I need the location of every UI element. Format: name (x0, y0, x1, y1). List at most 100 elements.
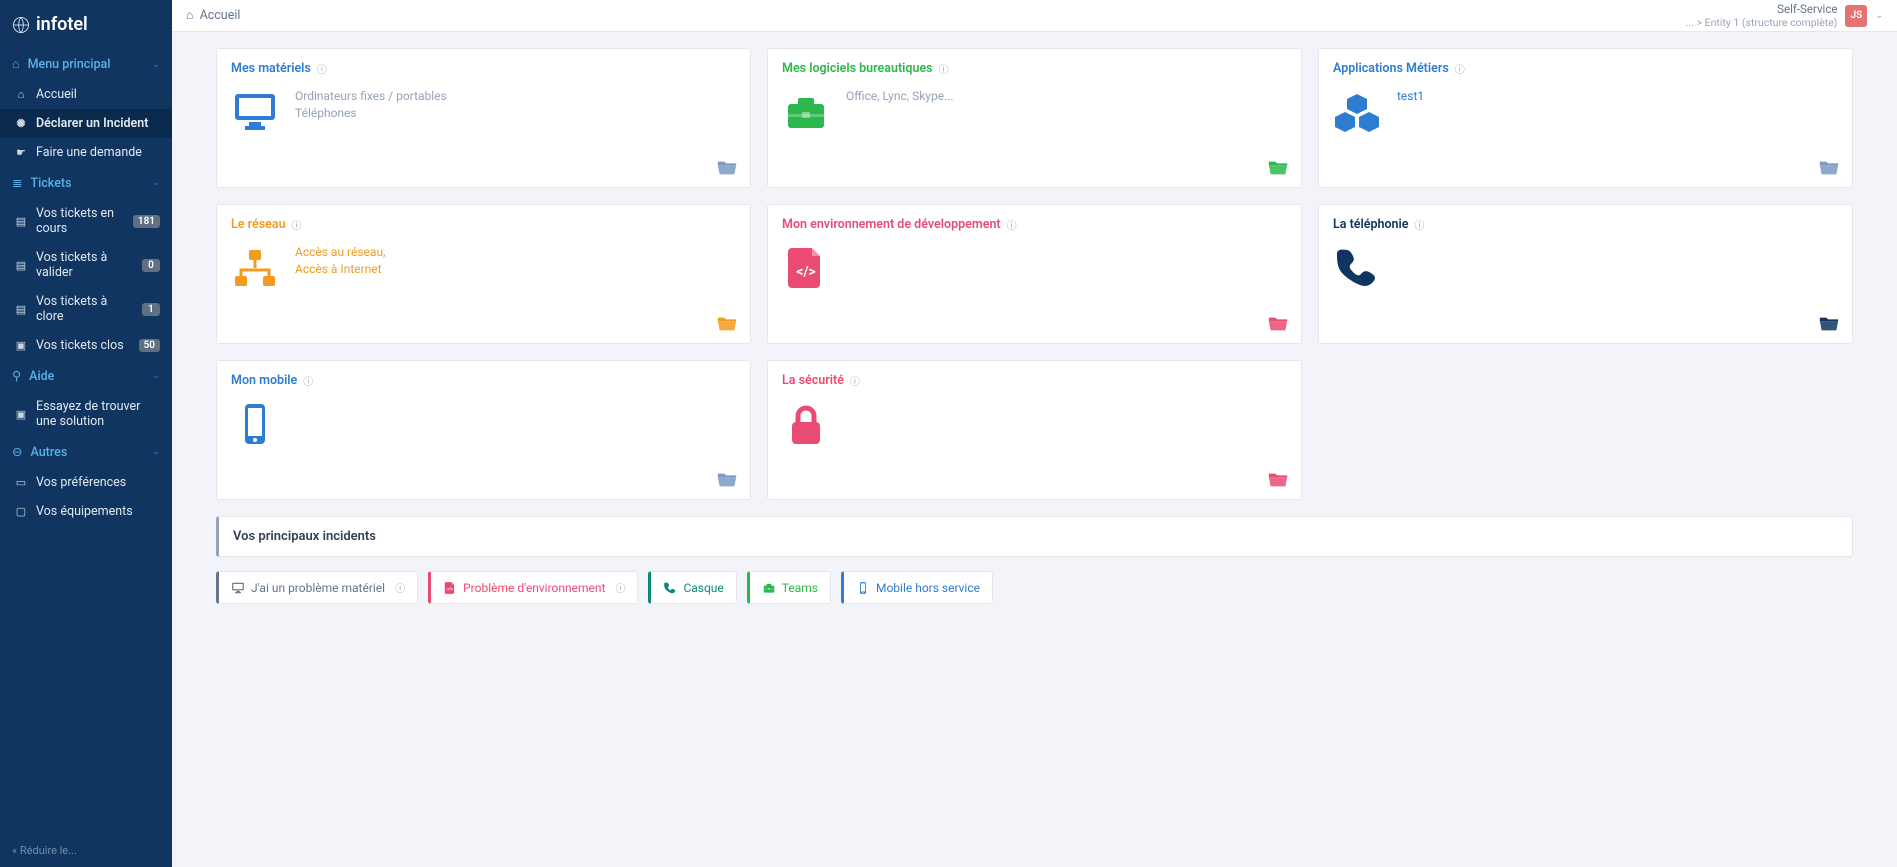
quick-incident-item[interactable]: Casque (648, 571, 736, 604)
sidebar-item-label: Faire une demande (36, 145, 160, 160)
category-grid: Mes matérielsⓘOrdinateurs fixes / portab… (216, 48, 1853, 500)
desktop-icon (231, 581, 245, 595)
card-title-text: Le réseau (231, 217, 286, 232)
chevron-down-icon: ⌄ (152, 371, 160, 381)
info-icon[interactable]: ⓘ (303, 373, 313, 388)
info-icon[interactable]: ⓘ (1455, 61, 1465, 76)
chevron-down-icon: ⌄ (152, 178, 160, 188)
info-icon[interactable]: ⓘ (1007, 217, 1017, 232)
category-card[interactable]: Mon environnement de développement ⓘ (767, 204, 1302, 344)
quick-incident-item[interactable]: J'ai un problème matériel ⓘ (216, 571, 418, 604)
sidebar-item-faire-demande[interactable]: ☛ Faire une demande (0, 138, 172, 167)
sidebar-item-preferences[interactable]: ▭ Vos préférences (0, 468, 172, 497)
folder-open-icon (1818, 157, 1840, 179)
menu-section-autres[interactable]: ⊖ Autres ⌄ (0, 436, 172, 468)
quick-incident-item[interactable]: Teams (747, 571, 831, 604)
breadcrumb-label: Accueil (200, 8, 241, 23)
codefile-icon (443, 581, 457, 595)
mobile-icon (856, 581, 870, 595)
quick-incident-label: Casque (683, 581, 723, 595)
info-icon[interactable]: ⓘ (615, 580, 625, 595)
breadcrumb[interactable]: ⌂ Accueil (186, 8, 240, 23)
category-card[interactable]: Le réseau ⓘ Accès au réseau, Accès à Inter… (216, 204, 751, 344)
home-icon: ⌂ (12, 57, 20, 72)
card-title: Le réseau ⓘ (231, 217, 736, 232)
topbar: ⌂ Accueil Self-Service ... > Entity 1 (s… (172, 0, 1897, 32)
brand-logo[interactable]: infotel (0, 0, 172, 49)
menu-section-aide[interactable]: ⚲ Aide ⌄ (0, 360, 172, 392)
avatar[interactable]: JS (1845, 5, 1867, 27)
main: ⌂ Accueil Self-Service ... > Entity 1 (s… (172, 0, 1897, 867)
lightbulb-icon: ▣ (14, 408, 28, 421)
card-title: Mes logiciels bureautiques ⓘ (782, 61, 1287, 76)
card-body (231, 400, 736, 448)
quick-incident-item[interactable]: Problème d'environnement ⓘ (428, 571, 638, 604)
sidebar-item-tickets-valider[interactable]: ▤ Vos tickets à valider 0 (0, 243, 172, 287)
category-card[interactable]: Mes logiciels bureautiquesⓘOffice, Lync,… (767, 48, 1302, 188)
card-icon (782, 400, 830, 448)
folder-open-icon (716, 313, 738, 335)
card-icon (782, 244, 830, 292)
card-title-text: La téléphonie (1333, 217, 1409, 232)
sidebar-item-label: Vos tickets à clore (36, 294, 134, 324)
card-title-text: Mon environnement de développement (782, 217, 1001, 232)
menu-section-label: Aide (29, 369, 54, 384)
bug-icon: ✺ (14, 117, 28, 130)
sidebar-item-tickets-encours[interactable]: ▤ Vos tickets en cours 181 (0, 199, 172, 243)
sidebar-item-label: Vos équipements (36, 504, 160, 519)
folder-open-icon (716, 157, 738, 179)
info-icon[interactable]: ⓘ (850, 373, 860, 388)
sidebar-item-label: Déclarer un Incident (36, 116, 160, 131)
menu-section-tickets[interactable]: ≣ Tickets ⌄ (0, 167, 172, 199)
menu-section-main[interactable]: ⌂ Menu principal ⌄ (0, 49, 172, 80)
info-icon[interactable]: ⓘ (317, 61, 327, 76)
category-card[interactable]: Mes matérielsⓘOrdinateurs fixes / portab… (216, 48, 751, 188)
sidebar-item-equipements[interactable]: ▢ Vos équipements (0, 497, 172, 526)
count-badge: 1 (142, 303, 160, 316)
sidebar-item-label: Vos tickets à valider (36, 250, 134, 280)
quick-incident-label: Problème d'environnement (463, 581, 605, 595)
card-body: test1 (1333, 88, 1838, 136)
card-body (782, 244, 1287, 292)
phone-icon (663, 581, 677, 595)
sidebar: infotel ⌂ Menu principal ⌄ ⌂ Accueil ✺ D… (0, 0, 172, 867)
card-title: La sécurité ⓘ (782, 373, 1287, 388)
info-icon[interactable]: ⓘ (395, 580, 405, 595)
sidebar-item-accueil[interactable]: ⌂ Accueil (0, 80, 172, 109)
folder-open-icon (1267, 469, 1289, 491)
card-title-text: La sécurité (782, 373, 844, 388)
brand-text: infotel (36, 14, 88, 35)
quick-incident-label: J'ai un problème matériel (251, 581, 385, 595)
chevron-down-icon[interactable]: ⌄ (1875, 11, 1883, 21)
sidebar-item-label: Vos tickets clos (36, 338, 131, 353)
home-icon: ⌂ (186, 8, 194, 23)
sidebar-item-tickets-clore[interactable]: ▤ Vos tickets à clore 1 (0, 287, 172, 331)
ticket-icon: ▤ (14, 215, 28, 228)
card-body: Ordinateurs fixes / portables Téléphones (231, 88, 736, 136)
hand-icon: ☛ (14, 146, 28, 159)
sidebar-item-label: Essayez de trouver une solution (36, 399, 160, 429)
sidebar-item-tickets-clos[interactable]: ▣ Vos tickets clos 50 (0, 331, 172, 360)
sidebar-menu: ⌂ Menu principal ⌄ ⌂ Accueil ✺ Déclarer … (0, 49, 172, 834)
sidebar-item-declarer-incident[interactable]: ✺ Déclarer un Incident (0, 109, 172, 138)
sidebar-item-solution[interactable]: ▣ Essayez de trouver une solution (0, 392, 172, 436)
grid-icon: ⊖ (12, 444, 22, 460)
folder-open-icon (1267, 157, 1289, 179)
category-card[interactable]: Applications Métiersⓘtest1 (1318, 48, 1853, 188)
info-icon[interactable]: ⓘ (939, 61, 949, 76)
briefcase-icon (762, 581, 776, 595)
quick-incident-label: Teams (782, 581, 818, 595)
category-card[interactable]: Mon mobileⓘ (216, 360, 751, 500)
info-icon[interactable]: ⓘ (1415, 217, 1425, 232)
desktop-icon: ▢ (14, 505, 28, 518)
card-title-text: Mes logiciels bureautiques (782, 61, 933, 76)
incidents-panel: Vos principaux incidents (216, 516, 1853, 557)
category-card[interactable]: La sécurité ⓘ (767, 360, 1302, 500)
category-card[interactable]: La téléphonie ⓘ (1318, 204, 1853, 344)
sidebar-collapse[interactable]: « Réduire le... (0, 834, 172, 867)
card-desc: Accès au réseau, Accès à Internet (295, 244, 385, 278)
quick-incident-item[interactable]: Mobile hors service (841, 571, 993, 604)
card-icon (782, 88, 830, 136)
sidebar-collapse-label: Réduire le... (20, 844, 77, 857)
info-icon[interactable]: ⓘ (292, 217, 302, 232)
